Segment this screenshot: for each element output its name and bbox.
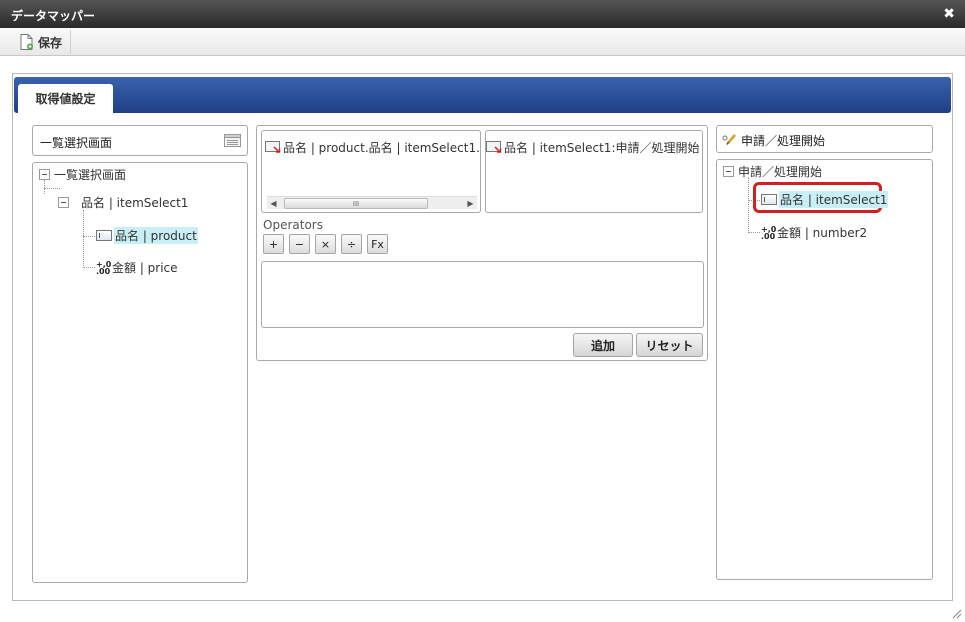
collapse-icon[interactable]	[58, 197, 69, 208]
middle-panel: 品名 | product.品名 | itemSelect1.一覧 ◀ III ▶…	[256, 125, 708, 361]
number-icon: +,0.00	[96, 259, 112, 276]
tree-root[interactable]: 申請／処理開始	[723, 163, 822, 180]
left-tree-panel: 一覧選択画面 品名 | itemSelect1 品名 | product +,0…	[32, 162, 248, 583]
tree-leaf-number2[interactable]: +,0.00 金額 | number2	[761, 224, 867, 241]
add-button[interactable]: 追加	[573, 333, 633, 357]
field-icon	[96, 230, 112, 241]
number-icon: +,0.00	[761, 224, 777, 241]
content-area: 取得値設定 一覧選択画面 一覧選択画面 品名 | itemSelect1 品名 …	[12, 73, 953, 601]
source-expression-box[interactable]: 品名 | product.品名 | itemSelect1.一覧 ◀ III ▶	[261, 130, 481, 213]
right-panel-title: 申請／処理開始	[741, 134, 826, 148]
scroll-thumb[interactable]: III	[284, 198, 428, 209]
tree-leaf-itemselect1[interactable]: 品名 | itemSelect1	[761, 191, 889, 208]
window-titlebar: データマッパー ✖	[0, 0, 965, 28]
tree-node-itemselect1[interactable]: 品名 | itemSelect1	[58, 194, 188, 211]
operator-plus-button[interactable]: +	[263, 234, 284, 254]
tree-root[interactable]: 一覧選択画面	[39, 166, 126, 183]
right-panel-header: 申請／処理開始	[716, 125, 933, 153]
tree-root-label: 一覧選択画面	[54, 168, 127, 182]
tree-leaf-label: 金額 | price	[112, 261, 178, 275]
scroll-left-icon[interactable]: ◀	[267, 197, 280, 210]
tree-root-label: 申請／処理開始	[738, 165, 823, 179]
operator-minus-button[interactable]: −	[289, 234, 310, 254]
operator-buttons: + − × ÷ Fx	[263, 234, 390, 254]
target-expression-box[interactable]: 品名 | itemSelect1:申請／処理開始	[485, 130, 703, 213]
left-panel-header: 一覧選択画面	[32, 125, 248, 156]
collapse-icon[interactable]	[723, 166, 734, 177]
tree-leaf-product[interactable]: 品名 | product	[96, 227, 198, 244]
left-panel-title: 一覧選択画面	[40, 136, 113, 150]
tree-leaf-label: 金額 | number2	[777, 226, 868, 240]
new-document-icon	[20, 34, 33, 50]
tree-node-label: 品名 | itemSelect1	[81, 196, 189, 210]
tree-leaf-label: 品名 | product	[114, 227, 198, 244]
tree-leaf-label: 品名 | itemSelect1	[779, 191, 889, 208]
scroll-right-icon[interactable]: ▶	[464, 197, 477, 210]
mapping-field-icon	[486, 139, 503, 156]
process-start-icon	[722, 133, 737, 149]
expression-textarea[interactable]	[261, 261, 704, 328]
tree-leaf-price[interactable]: +,0.00 金額 | price	[96, 259, 178, 276]
target-expression-text: 品名 | itemSelect1:申請／処理開始	[504, 141, 700, 155]
reset-button[interactable]: リセット	[636, 333, 703, 357]
tab-acquired-value-settings[interactable]: 取得値設定	[18, 84, 113, 113]
resize-grip-icon[interactable]	[950, 607, 962, 619]
source-expression-text: 品名 | product.品名 | itemSelect1.一覧	[283, 141, 480, 155]
right-tree-panel: 申請／処理開始 品名 | itemSelect1 +,0.00 金額 | num…	[716, 159, 933, 580]
operator-multiply-button[interactable]: ×	[315, 234, 336, 254]
close-icon[interactable]: ✖	[943, 6, 955, 22]
mapping-field-icon	[265, 139, 282, 156]
horizontal-scrollbar[interactable]: ◀ III ▶	[267, 196, 477, 209]
save-button-label: 保存	[38, 35, 63, 50]
list-view-icon[interactable]	[224, 134, 241, 150]
save-button[interactable]: 保存	[10, 30, 72, 54]
field-icon	[761, 194, 777, 205]
operators-label: Operators	[263, 218, 323, 232]
operator-function-button[interactable]: Fx	[367, 234, 388, 254]
tab-bar: 取得値設定	[14, 77, 951, 113]
collapse-icon[interactable]	[39, 169, 50, 180]
window-title: データマッパー	[11, 9, 96, 23]
operator-divide-button[interactable]: ÷	[341, 234, 362, 254]
toolbar: 保存	[0, 28, 965, 56]
